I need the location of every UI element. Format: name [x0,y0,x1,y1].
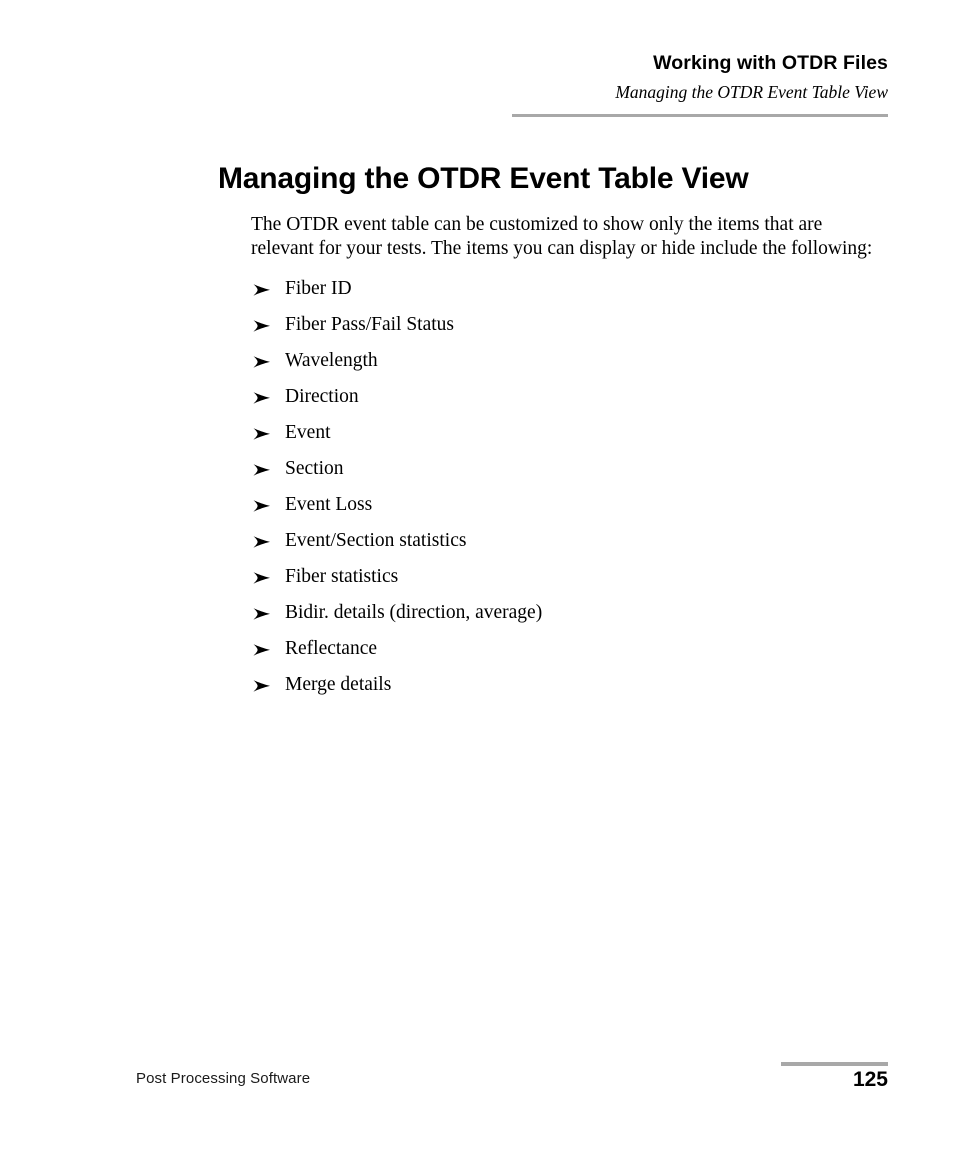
arrowhead-right-icon [251,493,273,517]
footer-divider-rule [781,1062,888,1066]
header-divider-rule [512,114,888,117]
list-item-label: Section [285,458,344,479]
list-item: Direction [251,385,871,421]
arrowhead-right-icon [251,601,273,625]
footer-product-name: Post Processing Software [136,1070,311,1087]
list-item: Fiber Pass/Fail Status [251,313,871,349]
list-item-label: Merge details [285,674,392,695]
arrowhead-right-icon [251,313,273,337]
arrowhead-right-icon [251,565,273,589]
list-item-label: Fiber Pass/Fail Status [285,314,455,335]
list-item: Event/Section statistics [251,529,871,565]
page-number: 125 [852,1068,888,1091]
header-section-title: Managing the OTDR Event Table View [615,82,888,103]
list-item-label: Fiber ID [285,278,352,299]
header-chapter-title: Working with OTDR Files [653,52,888,74]
arrowhead-right-icon [251,421,273,445]
list-item: Merge details [251,673,871,709]
arrowhead-right-icon [251,349,273,373]
list-item: Fiber ID [251,277,871,313]
arrowhead-right-icon [251,277,273,301]
list-item-label: Wavelength [285,350,378,371]
arrowhead-right-icon [251,457,273,481]
list-item: Event Loss [251,493,871,529]
list-item: Bidir. details (direction, average) [251,601,871,637]
list-item-label: Bidir. details (direction, average) [285,602,543,623]
list-item: Wavelength [251,349,871,385]
intro-paragraph: The OTDR event table can be customized t… [251,213,873,260]
arrowhead-right-icon [251,637,273,661]
list-item-label: Event/Section statistics [285,530,467,551]
page-title: Managing the OTDR Event Table View [218,162,749,196]
list-item-label: Event Loss [285,494,373,515]
list-item: Section [251,457,871,493]
list-item: Reflectance [251,637,871,673]
list-item: Fiber statistics [251,565,871,601]
list-item-label: Reflectance [285,638,378,659]
list-item-label: Direction [285,386,359,407]
list-item-label: Event [285,422,331,443]
document-page: Working with OTDR Files Managing the OTD… [0,0,954,1159]
feature-bullet-list: Fiber ID Fiber Pass/Fail Status Waveleng… [251,277,871,709]
arrowhead-right-icon [251,385,273,409]
list-item: Event [251,421,871,457]
list-item-label: Fiber statistics [285,566,399,587]
arrowhead-right-icon [251,673,273,697]
arrowhead-right-icon [251,529,273,553]
running-header: Working with OTDR Files Managing the OTD… [512,52,888,103]
